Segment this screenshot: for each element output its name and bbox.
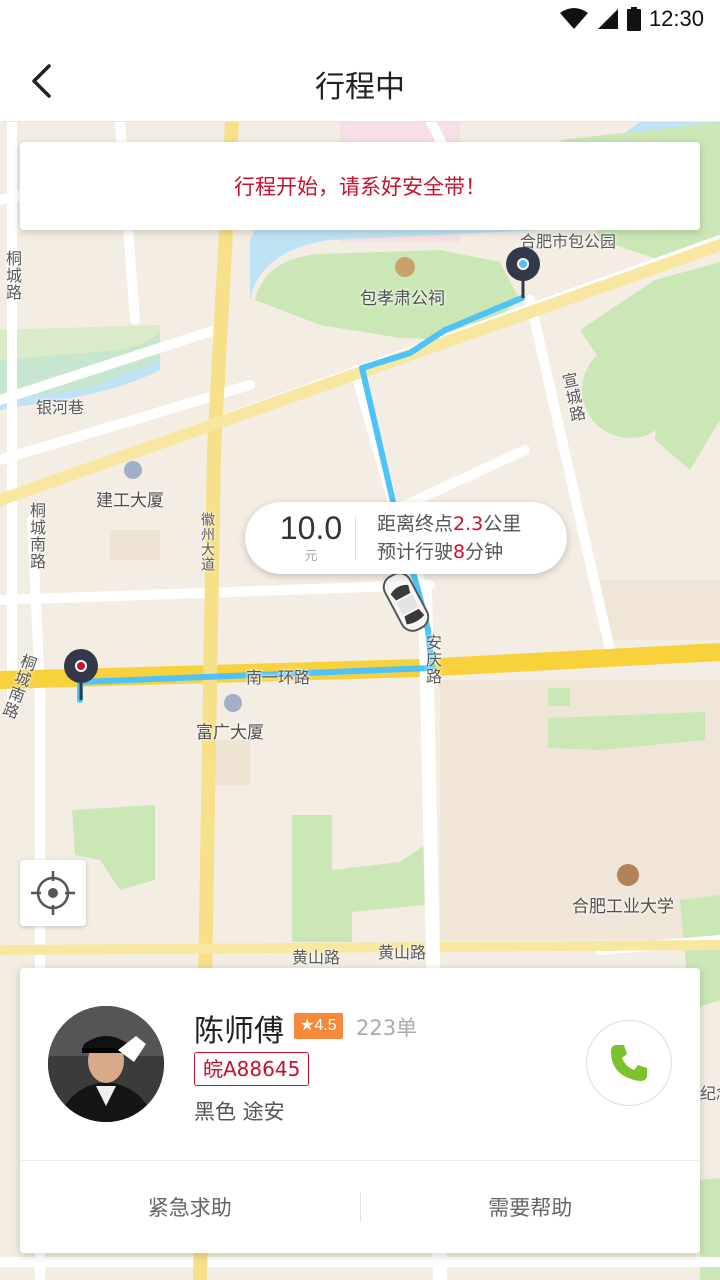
fare-value: 10.0 — [279, 510, 343, 546]
map-label-fuguang: 富广大厦 — [196, 723, 264, 743]
battery-icon — [626, 7, 641, 31]
car-info: 黑色 途安 — [194, 1100, 285, 1124]
status-icons: 12:30 — [559, 6, 704, 32]
trip-info-bubble: 10.0 元 距离终点2.3公里 预计行驶8分钟 — [245, 502, 567, 574]
crosshair-icon — [31, 871, 75, 915]
map-label-jinian: 纪念 — [700, 1084, 720, 1103]
map-label-anqing: 安庆路 — [423, 634, 442, 685]
driver-photo — [48, 1006, 164, 1122]
driver-card: 陈师傅 ★4.5 223单 皖A88645 黑色 途安 紧急求助 需要帮助 — [20, 968, 700, 1253]
map-label-baoxiaosu: 包孝肃公祠 — [360, 289, 445, 309]
trip-notice: 行程开始，请系好安全带！ — [20, 142, 700, 230]
map-label-huizhou: 徽州大道 — [199, 512, 215, 572]
trip-info: 距离终点2.3公里 预计行驶8分钟 — [377, 510, 521, 566]
locate-button[interactable] — [20, 860, 86, 926]
end-pin-icon — [506, 247, 540, 298]
map-label-huangshan-2: 黄山路 — [378, 943, 427, 962]
call-driver-button[interactable] — [586, 1020, 672, 1106]
map-label-jiangong: 建工大厦 — [96, 491, 164, 511]
page-title: 行程中 — [315, 70, 405, 105]
map-label-tongcheng: 桐城路 — [3, 250, 22, 301]
distance-remaining: 距离终点2.3公里 — [377, 513, 522, 535]
help-button[interactable]: 需要帮助 — [361, 1192, 701, 1222]
distance-value: 2.3 — [453, 513, 484, 535]
driver-avatar — [48, 1006, 164, 1122]
driver-name: 陈师傅 — [194, 1014, 284, 1049]
start-pin-icon — [64, 649, 98, 700]
phone-icon — [611, 1045, 647, 1081]
map-label-yinhe: 银河巷 — [36, 398, 85, 417]
license-plate: 皖A88645 — [194, 1052, 310, 1086]
order-count: 223单 — [356, 1016, 418, 1040]
signal-icon — [597, 9, 618, 29]
map-label-tongcheng-south: 桐城南路 — [27, 502, 46, 570]
wifi-icon — [559, 8, 588, 29]
rating-badge: ★4.5 — [294, 1013, 343, 1039]
trip-notice-text: 行程开始，请系好安全带！ — [234, 175, 486, 199]
action-row: 紧急求助 需要帮助 — [20, 1161, 700, 1253]
map-label-hfut: 合肥工业大学 — [572, 897, 674, 917]
status-bar: 12:30 — [0, 0, 720, 40]
header: 行程中 — [0, 40, 720, 122]
map-label-nanyihuan: 南一环路 — [246, 668, 311, 687]
fare: 10.0 元 — [265, 510, 357, 564]
map-label-huangshan-1: 黄山路 — [292, 948, 341, 967]
status-time: 12:30 — [648, 6, 704, 31]
eta-remaining: 预计行驶8分钟 — [377, 541, 504, 563]
eta-value: 8 — [453, 541, 466, 563]
emergency-button[interactable]: 紧急求助 — [20, 1192, 360, 1222]
bubble-divider — [355, 516, 356, 560]
fare-unit: 元 — [304, 549, 318, 564]
